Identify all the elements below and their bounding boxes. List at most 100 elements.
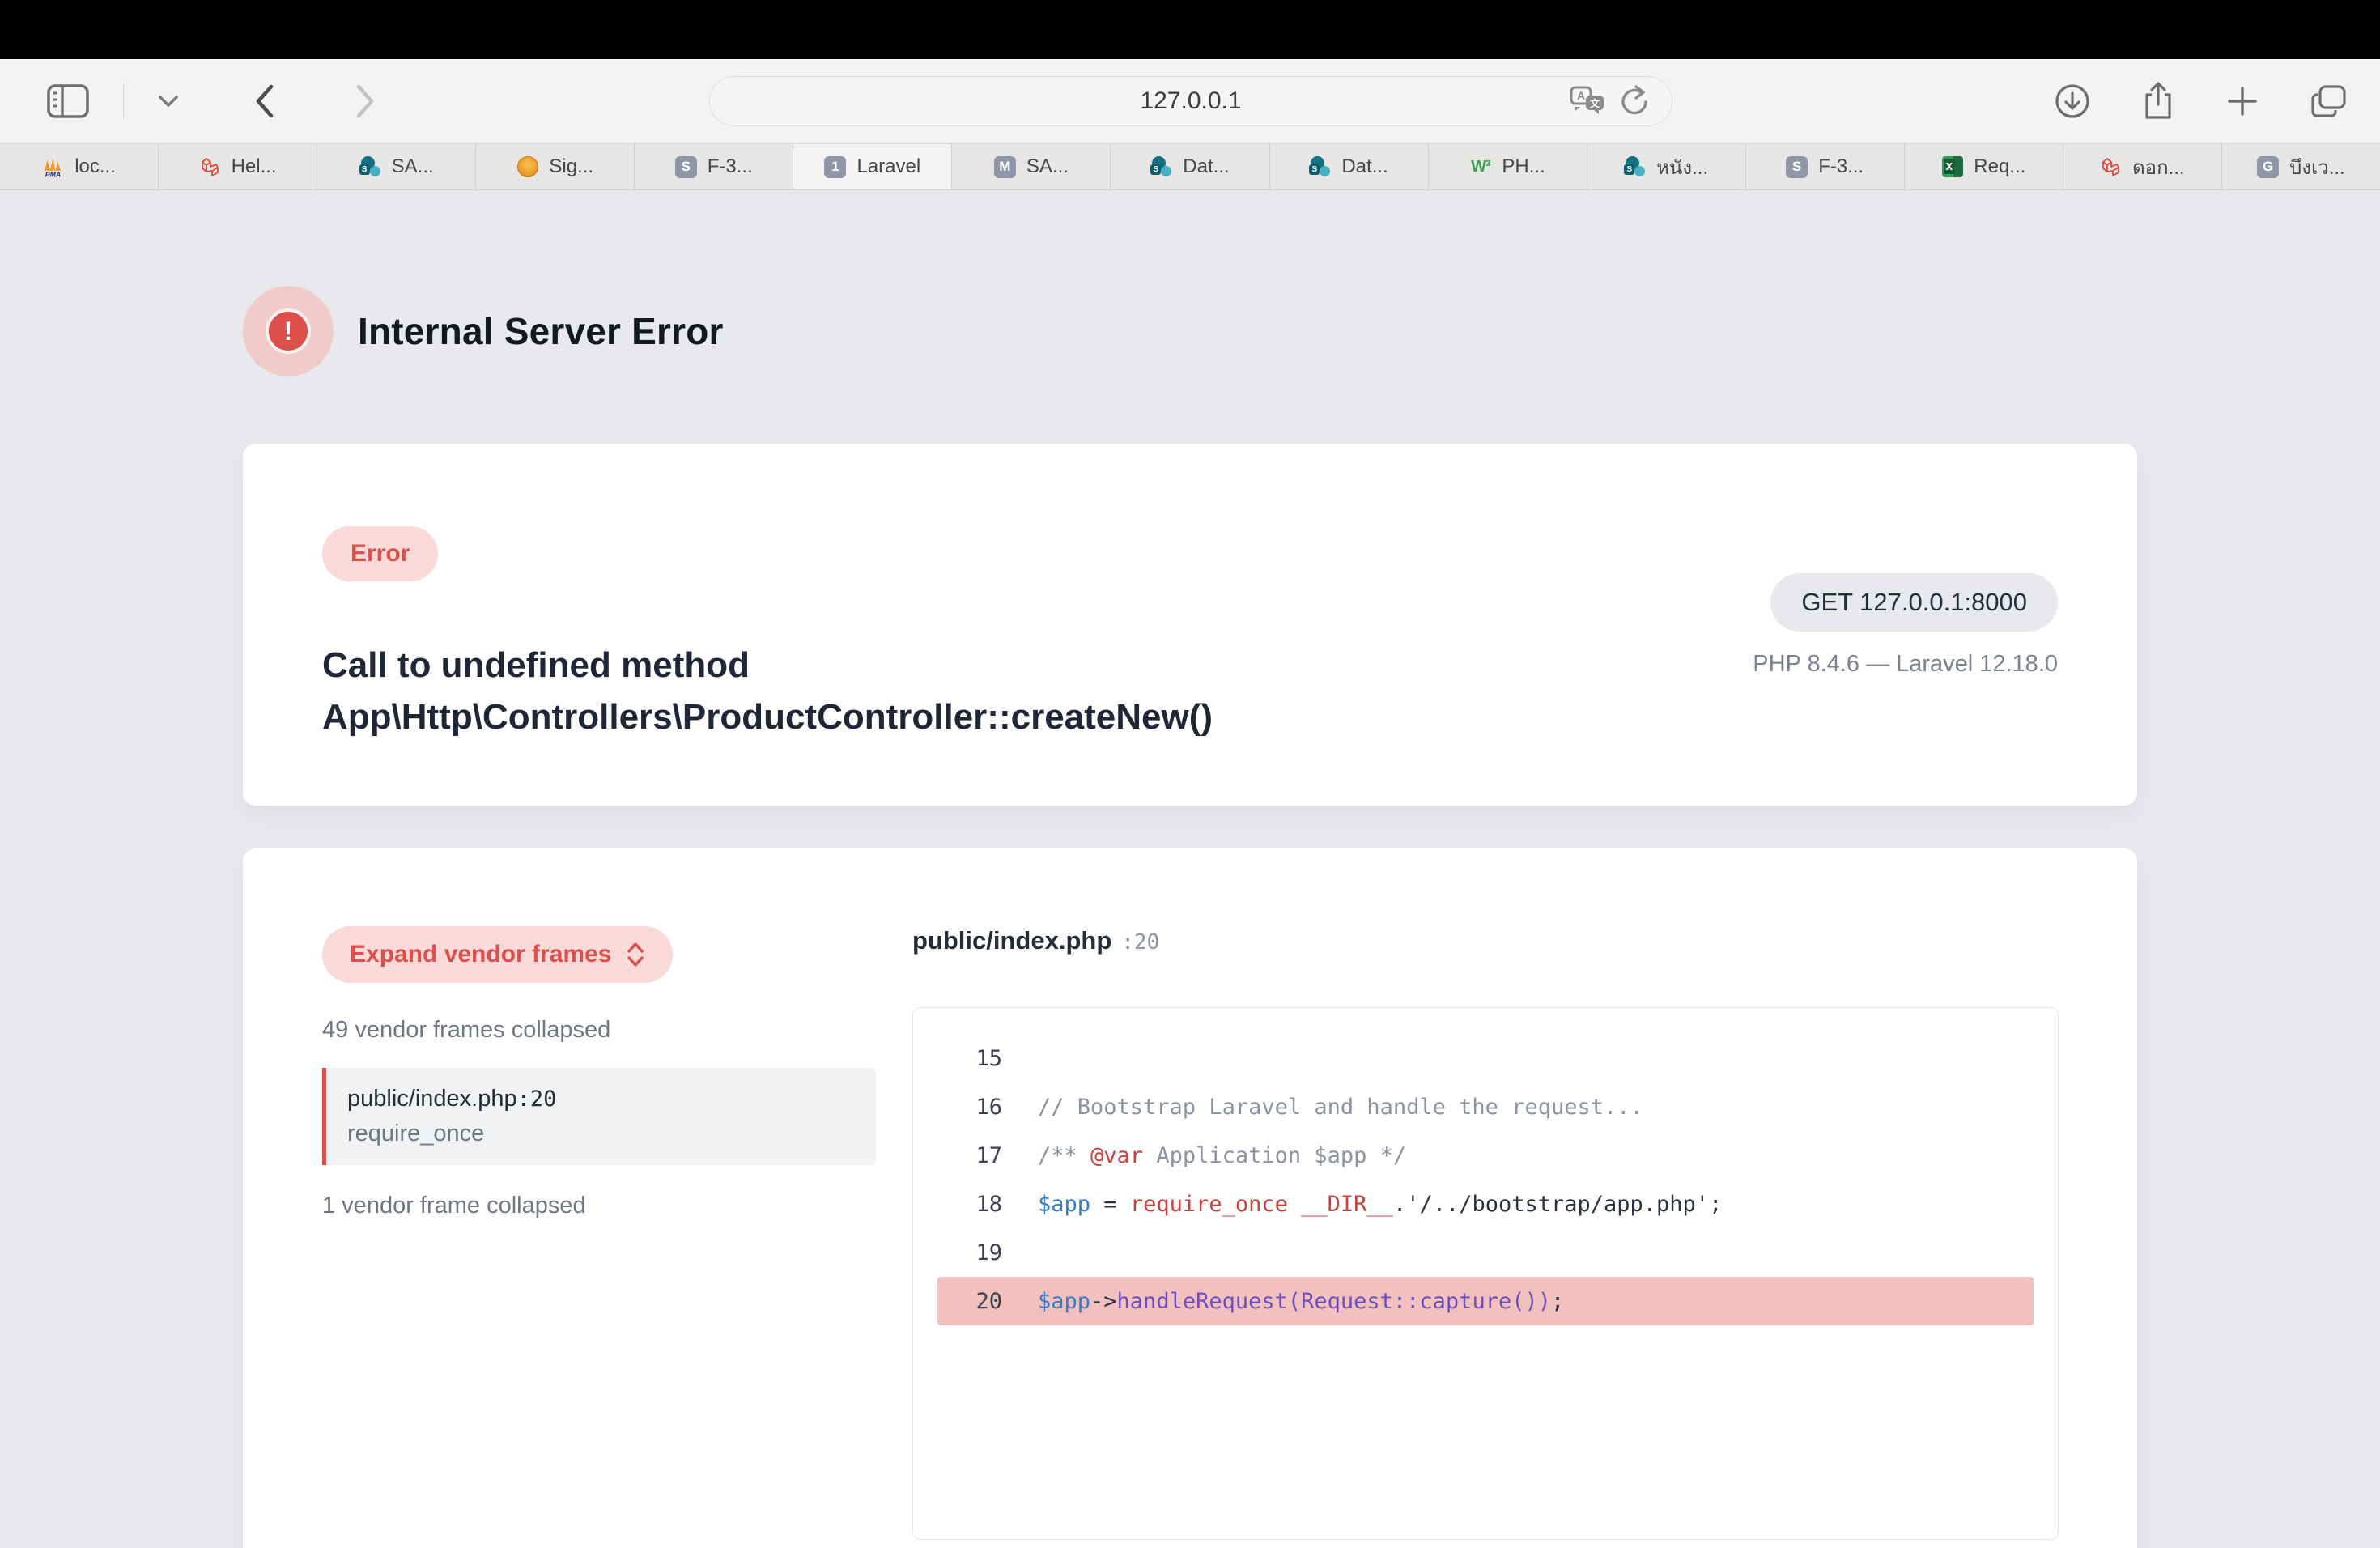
- browser-tab-8[interactable]: S Dat...: [1270, 144, 1429, 189]
- tab-label: Laravel: [856, 155, 920, 178]
- chevron-down-icon: [158, 95, 179, 108]
- tab-label: SA...: [392, 155, 434, 178]
- back-button[interactable]: [253, 83, 274, 119]
- stack-trace-card: Expand vendor frames 49 vendor frames co…: [243, 848, 2137, 1548]
- svg-text:PMA: PMA: [45, 170, 61, 177]
- share-icon: [2142, 82, 2174, 121]
- address-bar[interactable]: 127.0.0.1 A 文: [709, 76, 1672, 126]
- request-method-badge: GET 127.0.0.1:8000: [1770, 573, 2058, 632]
- code-snippet-panel: 15 16 // Bootstrap Laravel and handle the …: [912, 1007, 2059, 1540]
- phpmyadmin-favicon-icon: PMA: [42, 156, 64, 178]
- exception-card: Error Call to undefined method App\Http\…: [243, 444, 2137, 806]
- tab-overview-icon: [2310, 83, 2348, 119]
- sharepoint-favicon-icon: S: [1309, 156, 1331, 178]
- browser-tab-13[interactable]: ดอก...: [2063, 144, 2222, 189]
- letter-favicon-icon: M: [994, 156, 1016, 178]
- sidebar-icon: [47, 84, 89, 118]
- browser-tab-1[interactable]: Hel...: [159, 144, 317, 189]
- translate-icon: A 文: [1570, 86, 1605, 117]
- browser-tab-9[interactable]: W³ PH...: [1429, 144, 1587, 189]
- browser-tab-5[interactable]: 1Laravel: [793, 144, 952, 189]
- browser-tab-6[interactable]: M SA...: [952, 144, 1111, 189]
- vendor-frames-collapsed-bottom: 1 vendor frame collapsed: [322, 1193, 876, 1219]
- sidebar-dropdown-button[interactable]: [158, 95, 179, 108]
- code-file-name: public/index.php: [912, 926, 1111, 955]
- toolbar-divider: [123, 83, 124, 119]
- back-icon: [253, 83, 274, 119]
- letter-favicon-icon: S: [1786, 156, 1808, 178]
- browser-tab-4[interactable]: S F-3...: [635, 144, 793, 189]
- orange-medallion-favicon-icon: [516, 156, 538, 178]
- download-icon: [2055, 83, 2090, 119]
- laravel-red-favicon-icon: [199, 156, 221, 178]
- browser-tab-7[interactable]: S Dat...: [1111, 144, 1269, 189]
- tab-overview-button[interactable]: [2310, 83, 2348, 119]
- tab-bar: PMA loc... Hel... S SA... Sig... S F-3... 1Larav…: [0, 144, 2380, 190]
- tab-label: Sig...: [549, 155, 593, 178]
- letter-favicon-icon: G: [2257, 156, 2279, 178]
- tab-label: บึงเว...: [2289, 151, 2345, 183]
- forward-icon: [355, 83, 376, 119]
- tab-label: PH...: [1502, 155, 1545, 178]
- reload-icon: [1620, 85, 1651, 117]
- frame-method: require_once: [347, 1121, 855, 1147]
- line-code: $app->handleRequest(Request::capture());: [1038, 1289, 1564, 1314]
- tab-label: SA...: [1026, 155, 1069, 178]
- expand-collapse-icon: [626, 941, 645, 968]
- exception-message: Call to undefined method App\Http\Contro…: [322, 640, 1383, 743]
- tab-label: ดอก...: [2132, 151, 2185, 183]
- letter-favicon-icon: S: [675, 156, 697, 178]
- laravel-red-favicon-icon: [2100, 156, 2122, 178]
- line-number: 18: [937, 1192, 1002, 1217]
- browser-tab-11[interactable]: S F-3...: [1746, 144, 1905, 189]
- page-content: ! Internal Server Error Error C: [0, 190, 2380, 1547]
- line-code: /** @var Application $app */: [1038, 1143, 1406, 1168]
- line-code: // Bootstrap Laravel and handle the requ…: [1038, 1095, 1643, 1120]
- browser-toolbar: 127.0.0.1 A 文: [0, 59, 2380, 144]
- browser-tab-2[interactable]: S SA...: [317, 144, 476, 189]
- tab-label: Hel...: [232, 155, 277, 178]
- w3-favicon-icon: W³: [1469, 156, 1491, 178]
- line-number: 15: [937, 1046, 1002, 1071]
- translate-button[interactable]: A 文: [1570, 86, 1605, 117]
- svg-text:A: A: [1577, 89, 1585, 102]
- code-line: 19: [937, 1228, 2034, 1277]
- browser-tab-3[interactable]: Sig...: [476, 144, 635, 189]
- expand-vendor-frames-button[interactable]: Expand vendor frames: [322, 926, 673, 983]
- line-number: 19: [937, 1240, 1002, 1265]
- code-line: 18$app = require_once __DIR__.'/../boots…: [937, 1180, 2034, 1228]
- system-top-bar: [0, 0, 2380, 59]
- browser-tab-12[interactable]: XReq...: [1905, 144, 2063, 189]
- tab-label: F-3...: [708, 155, 753, 178]
- expand-vendor-frames-label: Expand vendor frames: [350, 941, 611, 968]
- downloads-button[interactable]: [2055, 83, 2090, 119]
- browser-tab-0[interactable]: PMA loc...: [0, 144, 159, 189]
- sidebar-toggle-button[interactable]: [47, 84, 89, 118]
- sharepoint-favicon-icon: S: [1150, 156, 1172, 178]
- share-button[interactable]: [2142, 82, 2174, 121]
- error-type-badge: Error: [322, 526, 438, 581]
- sharepoint-favicon-icon: S: [359, 156, 381, 178]
- svg-text:文: 文: [1590, 97, 1600, 109]
- code-line-ref: :20: [1121, 930, 1159, 955]
- forward-button[interactable]: [355, 83, 376, 119]
- code-line-highlighted: 20$app->handleRequest(Request::capture()…: [937, 1277, 2034, 1325]
- line-number: 16: [937, 1095, 1002, 1120]
- browser-tab-10[interactable]: Sหนัง...: [1587, 144, 1746, 189]
- reload-button[interactable]: [1620, 85, 1651, 117]
- tab-label: loc...: [74, 155, 116, 178]
- url-text: 127.0.0.1: [1140, 87, 1241, 115]
- tab-label: Dat...: [1183, 155, 1229, 178]
- browser-tab-14[interactable]: G บึงเว...: [2222, 144, 2380, 189]
- new-tab-button[interactable]: [2226, 85, 2259, 117]
- page-title: Internal Server Error: [358, 309, 724, 353]
- tab-label: F-3...: [1818, 155, 1864, 178]
- code-file-header: public/index.php :20: [912, 926, 2059, 955]
- version-info: PHP 8.4.6 — Laravel 12.18.0: [1753, 651, 2058, 678]
- sharepoint-favicon-icon: S: [1624, 156, 1646, 178]
- code-line: 17/** @var Application $app */: [937, 1131, 2034, 1180]
- stack-frame-item[interactable]: public/index.php:20 require_once: [322, 1068, 876, 1165]
- excel-favicon-icon: X: [1941, 156, 1963, 178]
- tab-label: Dat...: [1341, 155, 1388, 178]
- code-line: 16 // Bootstrap Laravel and handle the re…: [937, 1082, 2034, 1131]
